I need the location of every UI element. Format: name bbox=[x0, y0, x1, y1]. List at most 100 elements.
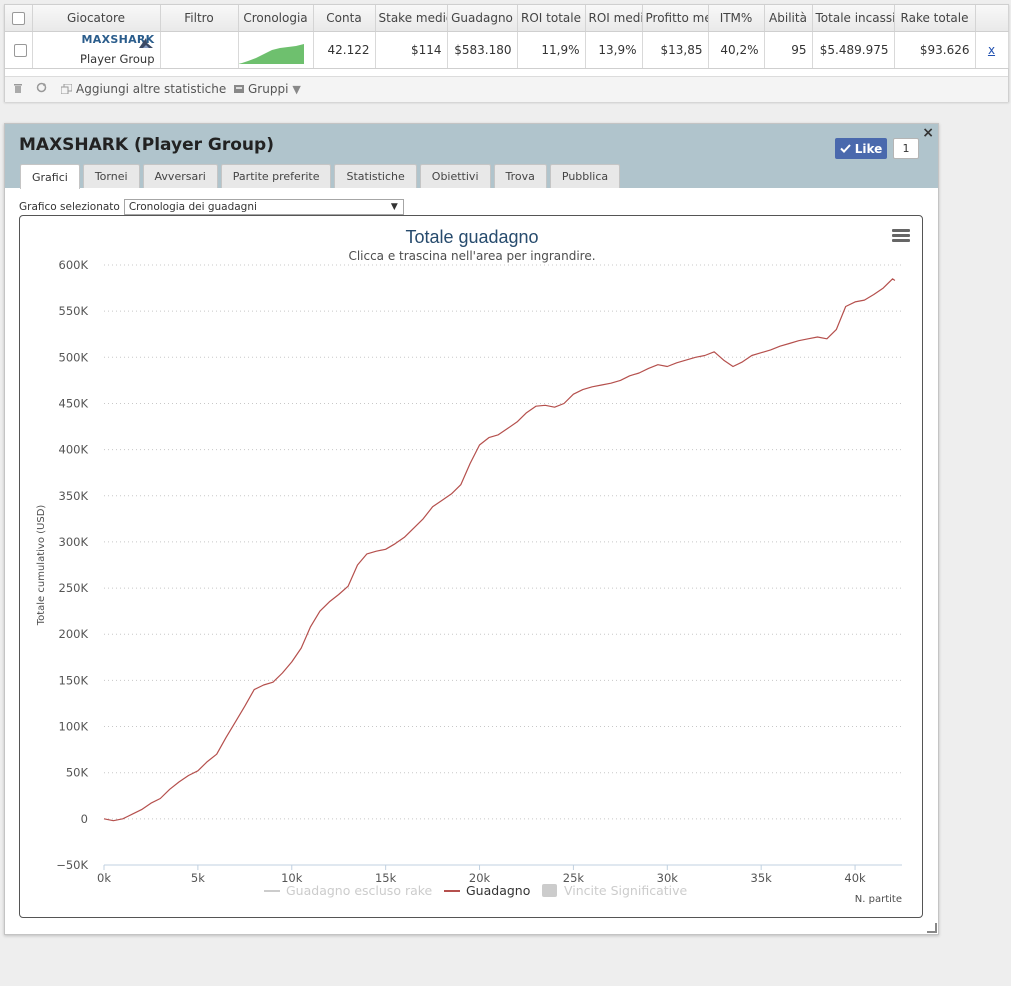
remove-row-link[interactable]: x bbox=[988, 43, 995, 57]
tab-trova[interactable]: Trova bbox=[493, 164, 547, 188]
player-table: Giocatore Filtro Cronologia Conta Stake … bbox=[5, 5, 1009, 69]
checkbox-box[interactable] bbox=[11, 12, 25, 25]
panel-header: MAXSHARK (Player Group) × Like 1 Grafici… bbox=[5, 124, 938, 189]
x-tick-label: 5k bbox=[191, 871, 205, 885]
y-tick-label: 200K bbox=[59, 627, 89, 641]
col-header-roi-avg[interactable]: ROI medio bbox=[585, 5, 643, 32]
chart-selector-row: Grafico selezionato Cronologia dei guada… bbox=[19, 199, 404, 215]
filter-cell[interactable] bbox=[160, 31, 239, 69]
col-header-count[interactable]: Conta bbox=[313, 5, 376, 32]
tab-pubblica[interactable]: Pubblica bbox=[549, 164, 621, 188]
checkbox-box[interactable] bbox=[13, 44, 27, 57]
series-layer bbox=[103, 278, 896, 822]
series-line-guadagno[interactable] bbox=[103, 278, 896, 822]
y-tick-label: 250K bbox=[59, 581, 89, 595]
shark-icon bbox=[138, 38, 153, 48]
count-cell: 42.122 bbox=[313, 31, 376, 69]
table-row: MAXSHARK Player Group 42.122 $114 $583.1… bbox=[5, 31, 1009, 69]
col-header-roi-total[interactable]: ROI totale bbox=[517, 5, 586, 32]
legend-label: Guadagno escluso rake bbox=[286, 883, 433, 898]
chart-legend: Guadagno escluso rake Guadagno Vincite Sig… bbox=[264, 883, 687, 898]
col-header-ability[interactable]: Abilità bbox=[764, 5, 813, 32]
total-income-cell: $5.489.975 bbox=[812, 31, 895, 69]
tab-partite-preferite[interactable]: Partite preferite bbox=[220, 164, 332, 188]
y-tick-label: 0 bbox=[81, 812, 88, 826]
tab-avversari[interactable]: Avversari bbox=[142, 164, 218, 188]
x-tick-label: 40k bbox=[844, 871, 866, 885]
col-header-player[interactable]: Giocatore bbox=[32, 5, 161, 32]
delete-button[interactable] bbox=[13, 82, 23, 93]
chart-container[interactable]: Totale guadagno Clicca e trascina nell'a… bbox=[19, 215, 923, 918]
select-all-checkbox[interactable] bbox=[5, 5, 33, 32]
col-header-rake-total[interactable]: Rake totale bbox=[894, 5, 976, 32]
like-button[interactable]: Like bbox=[835, 138, 887, 159]
y-tick-label: 500K bbox=[59, 350, 89, 364]
player-table-panel: Giocatore Filtro Cronologia Conta Stake … bbox=[4, 4, 1009, 102]
table-header-row: Giocatore Filtro Cronologia Conta Stake … bbox=[5, 5, 1009, 32]
y-tick-label: 350K bbox=[59, 489, 89, 503]
y-tick-label: 50K bbox=[66, 766, 89, 780]
tab-grafici[interactable]: Grafici bbox=[20, 164, 80, 189]
x-tick-label: 35k bbox=[751, 871, 773, 885]
tab-statistiche[interactable]: Statistiche bbox=[334, 164, 417, 188]
add-stats-button[interactable]: Aggiungi altre statistiche bbox=[61, 82, 226, 96]
roi-total-cell: 11,9% bbox=[517, 31, 586, 69]
like-label: Like bbox=[854, 141, 883, 156]
groups-icon bbox=[234, 85, 244, 93]
col-header-filter[interactable]: Filtro bbox=[160, 5, 239, 32]
table-toolbar: Aggiungi altre statistiche Gruppi ▼ bbox=[5, 76, 1008, 102]
col-header-itm[interactable]: ITM% bbox=[708, 5, 765, 32]
y-tick-label: 450K bbox=[59, 396, 89, 410]
x-axis-label: N. partite bbox=[855, 894, 902, 905]
legend-item-excl-rake[interactable]: Guadagno escluso rake bbox=[264, 883, 433, 898]
itm-cell: 40,2% bbox=[708, 31, 765, 69]
chart-selector-label: Grafico selezionato bbox=[19, 201, 120, 213]
trash-icon bbox=[14, 84, 22, 93]
col-header-actions bbox=[975, 5, 1009, 32]
legend-item-vincite[interactable]: Vincite Significative bbox=[542, 883, 687, 898]
sparkline-area bbox=[238, 44, 304, 64]
col-header-history[interactable]: Cronologia bbox=[238, 5, 314, 32]
copy-icon bbox=[61, 84, 72, 94]
y-tick-label: 100K bbox=[59, 720, 89, 734]
y-tick-label: −50K bbox=[56, 858, 88, 872]
resize-handle[interactable] bbox=[927, 923, 937, 933]
y-tick-label: 550K bbox=[59, 304, 89, 318]
refresh-button[interactable] bbox=[36, 82, 47, 93]
groups-dropdown[interactable]: Gruppi ▼ bbox=[234, 82, 301, 96]
col-header-avg-stake[interactable]: Stake medio bbox=[375, 5, 448, 32]
tab-obiettivi[interactable]: Obiettivi bbox=[419, 164, 491, 188]
y-axis-ticks: 600K 550K 500K 450K 400K 350K 300K 250K 200K 150K… bbox=[56, 258, 88, 872]
y-tick-label: 600K bbox=[59, 258, 89, 272]
col-header-profit[interactable]: Guadagno bbox=[447, 5, 518, 32]
player-cell: MAXSHARK Player Group bbox=[32, 31, 161, 69]
y-tick-label: 150K bbox=[59, 673, 89, 687]
earnings-chart[interactable]: Totale guadagno Clicca e trascina nell'a… bbox=[20, 216, 922, 917]
x-axis-ticks: 0k 5k 10k 15k 20k 25k 30k 35k 40k bbox=[97, 865, 866, 885]
checkmark-icon bbox=[840, 144, 851, 153]
y-axis-label: Totale cumulativo (USD) bbox=[36, 505, 47, 627]
history-sparkline-cell[interactable] bbox=[238, 31, 314, 69]
groups-label: Gruppi bbox=[248, 82, 289, 96]
rake-total-cell: $93.626 bbox=[894, 31, 976, 69]
col-header-total-income[interactable]: Totale incassi bbox=[812, 5, 895, 32]
col-header-avg-profit[interactable]: Profitto medio bbox=[642, 5, 709, 32]
x-tick-label: 0k bbox=[97, 871, 111, 885]
chart-selector-dropdown[interactable]: Cronologia dei guadagni ▼ bbox=[123, 199, 404, 215]
legend-item-guadagno[interactable]: Guadagno bbox=[444, 883, 530, 898]
panel-title: MAXSHARK (Player Group) bbox=[19, 135, 274, 155]
add-stats-label: Aggiungi altre statistiche bbox=[76, 82, 227, 96]
close-panel-icon[interactable]: × bbox=[922, 125, 934, 141]
panel-tabs: Grafici Tornei Avversari Partite preferi… bbox=[20, 164, 621, 189]
avg-stake-cell: $114 bbox=[375, 31, 448, 69]
tab-tornei[interactable]: Tornei bbox=[82, 164, 140, 188]
legend-symbol bbox=[542, 884, 557, 897]
sparkline-chart bbox=[238, 44, 304, 64]
player-detail-panel: MAXSHARK (Player Group) × Like 1 Grafici… bbox=[4, 123, 939, 935]
refresh-icon bbox=[36, 82, 47, 93]
chevron-down-icon: ▼ bbox=[292, 82, 301, 96]
roi-avg-cell: 13,9% bbox=[585, 31, 643, 69]
dropdown-arrow-icon: ▼ bbox=[390, 202, 398, 212]
row-checkbox[interactable] bbox=[5, 31, 33, 69]
chart-title: Totale guadagno bbox=[405, 227, 538, 247]
